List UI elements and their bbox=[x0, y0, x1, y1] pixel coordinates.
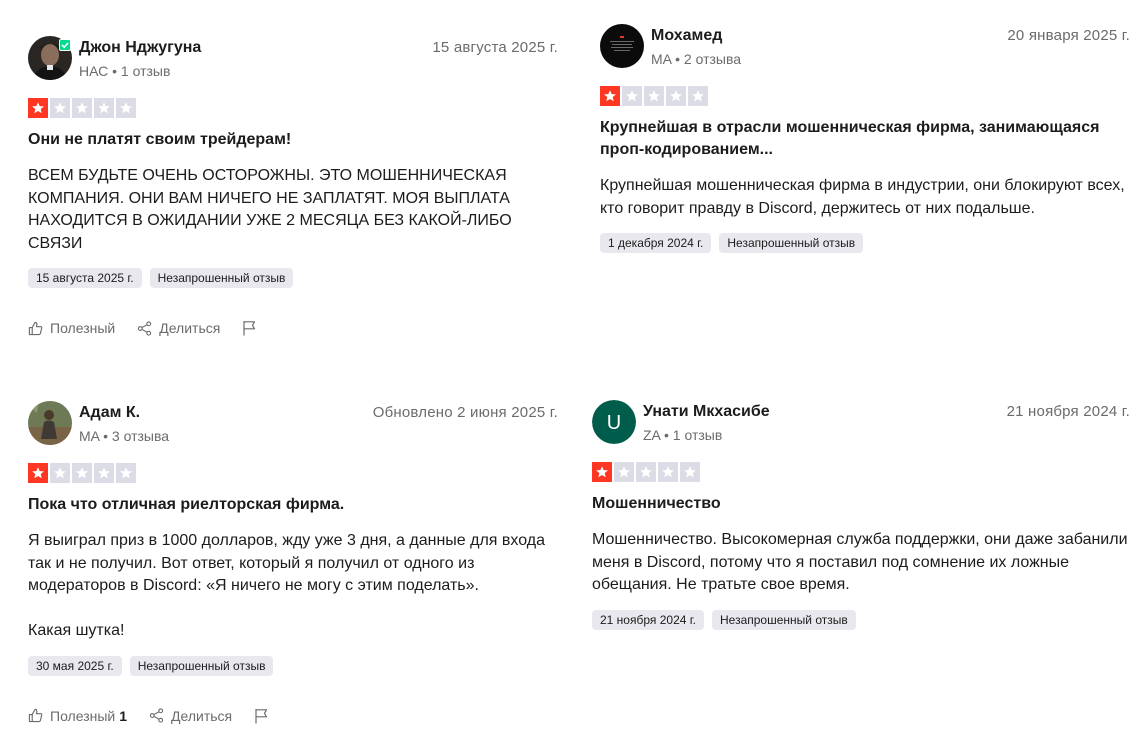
star-filled-icon bbox=[600, 86, 620, 106]
reviewer-meta: MA • 3 отзыва bbox=[79, 428, 170, 444]
review-tags: 21 ноября 2024 г. Незапрошенный отзыв bbox=[592, 609, 1130, 630]
reviewer-meta: НАС • 1 отзыв bbox=[79, 63, 171, 79]
review-title[interactable]: Они не платят своим трейдерам! bbox=[28, 129, 558, 151]
reviewer-name[interactable]: Джон Нджугуна bbox=[79, 39, 201, 57]
report-button[interactable] bbox=[254, 708, 269, 724]
review-date: 21 ноября 2024 г. bbox=[1006, 403, 1130, 420]
review-paragraph: Крупнейшая мошенническая фирма в индустр… bbox=[600, 177, 1125, 217]
review-header: Мохамед MA • 2 отзыва 20 января 2025 г. bbox=[600, 24, 1130, 70]
star-empty-icon bbox=[72, 463, 92, 483]
flag-icon bbox=[242, 320, 257, 336]
review-tags: 30 мая 2025 г. Незапрошенный отзыв bbox=[28, 655, 558, 676]
review-actions: Полезный 1 Делиться bbox=[28, 706, 558, 726]
review-header: Адам К. MA • 3 отзыва Обновлено 2 июня 2… bbox=[28, 401, 558, 447]
experience-date-chip: 15 августа 2025 г. bbox=[28, 268, 142, 288]
review-tags: 1 декабря 2024 г. Незапрошенный отзыв bbox=[600, 233, 1130, 253]
star-empty-icon bbox=[666, 86, 686, 106]
star-filled-icon bbox=[592, 462, 612, 482]
thumbs-up-icon bbox=[28, 321, 43, 336]
star-empty-icon bbox=[116, 98, 136, 118]
experience-date-chip: 30 мая 2025 г. bbox=[28, 655, 122, 676]
avatar-initial: U bbox=[607, 412, 621, 434]
report-button[interactable] bbox=[242, 320, 257, 336]
reviewer-name[interactable]: Мохамед bbox=[651, 27, 722, 45]
review-body: Мошенничество. Высокомерная служба подде… bbox=[592, 529, 1130, 597]
helpful-label: Полезный bbox=[50, 707, 116, 724]
review-card: Джон Нджугуна НАС • 1 отзыв 15 августа 2… bbox=[28, 36, 558, 338]
unprompted-review-chip: Незапрошенный отзыв bbox=[719, 233, 864, 253]
flag-icon bbox=[254, 708, 269, 724]
unprompted-review-chip: Незапрошенный отзыв bbox=[712, 609, 856, 630]
star-empty-icon bbox=[50, 98, 70, 118]
experience-date-chip: 1 декабря 2024 г. bbox=[600, 233, 712, 253]
share-button[interactable]: Делиться bbox=[137, 320, 220, 336]
review-date: Обновлено 2 июня 2025 г. bbox=[372, 404, 558, 421]
star-rating bbox=[28, 98, 558, 118]
share-icon bbox=[137, 320, 152, 336]
review-paragraph: ВСЕМ БУДЬТЕ ОЧЕНЬ ОСТОРОЖНЫ. ЭТО МОШЕННИ… bbox=[28, 167, 512, 252]
review-title[interactable]: Мошенничество bbox=[592, 493, 1130, 515]
helpful-count: 1 bbox=[119, 707, 128, 724]
helpful-button[interactable]: Полезный bbox=[28, 320, 115, 336]
review-header: U Унати Мкхасибе ZA • 1 отзыв 21 ноября … bbox=[592, 400, 1130, 446]
star-empty-icon bbox=[94, 463, 114, 483]
review-card: Мохамед MA • 2 отзыва 20 января 2025 г. … bbox=[600, 24, 1130, 253]
experience-date-chip: 21 ноября 2024 г. bbox=[592, 609, 704, 630]
helpful-button[interactable]: Полезный 1 bbox=[28, 708, 127, 724]
unprompted-review-chip: Незапрошенный отзыв bbox=[149, 268, 294, 288]
review-paragraph: Какая шутка! bbox=[28, 622, 125, 639]
review-date: 15 августа 2025 г. bbox=[432, 39, 558, 56]
review-date: 20 января 2025 г. bbox=[1007, 27, 1130, 44]
star-empty-icon bbox=[50, 463, 70, 483]
review-body: ВСЕМ БУДЬТЕ ОЧЕНЬ ОСТОРОЖНЫ. ЭТО МОШЕННИ… bbox=[28, 165, 558, 255]
star-empty-icon bbox=[72, 98, 92, 118]
review-header: Джон Нджугуна НАС • 1 отзыв 15 августа 2… bbox=[28, 36, 558, 82]
share-icon bbox=[149, 708, 164, 723]
share-button[interactable]: Делиться bbox=[149, 708, 232, 724]
reviewer-meta: ZA • 1 отзыв bbox=[643, 427, 723, 443]
star-empty-icon bbox=[680, 462, 700, 482]
review-paragraph: Мошенничество. Высокомерная служба подде… bbox=[592, 531, 1128, 593]
helpful-label: Полезный bbox=[50, 320, 116, 336]
star-filled-icon bbox=[28, 463, 48, 483]
star-empty-icon bbox=[658, 462, 678, 482]
thumbs-up-icon bbox=[28, 708, 43, 723]
review-tags: 15 августа 2025 г. Незапрошенный отзыв bbox=[28, 268, 558, 288]
star-rating bbox=[28, 463, 558, 483]
star-empty-icon bbox=[636, 462, 656, 482]
verified-badge-icon bbox=[59, 39, 71, 51]
reviewer-name[interactable]: Адам К. bbox=[79, 404, 140, 422]
review-title[interactable]: Крупнейшая в отрасли мошенническая фирма… bbox=[600, 117, 1130, 161]
initial-avatar-icon[interactable]: U bbox=[592, 400, 636, 444]
star-empty-icon bbox=[622, 86, 642, 106]
review-card: U Унати Мкхасибе ZA • 1 отзыв 21 ноября … bbox=[592, 400, 1130, 630]
star-empty-icon bbox=[688, 86, 708, 106]
share-label: Делиться bbox=[159, 320, 221, 336]
star-empty-icon bbox=[644, 86, 664, 106]
photo-avatar-icon[interactable] bbox=[28, 401, 72, 445]
review-title[interactable]: Пока что отличная риелторская фирма. bbox=[28, 494, 558, 516]
review-body: Крупнейшая мошенническая фирма в индустр… bbox=[600, 175, 1130, 220]
unprompted-review-chip: Незапрошенный отзыв bbox=[129, 655, 274, 676]
star-empty-icon bbox=[116, 463, 136, 483]
dark-avatar-icon[interactable] bbox=[600, 24, 644, 68]
review-paragraph: Я выиграл приз в 1000 долларов, жду уже … bbox=[28, 532, 546, 594]
star-filled-icon bbox=[28, 98, 48, 118]
star-empty-icon bbox=[94, 98, 114, 118]
review-card: Адам К. MA • 3 отзыва Обновлено 2 июня 2… bbox=[28, 401, 558, 726]
share-label: Делиться bbox=[171, 707, 233, 724]
reviewer-meta: MA • 2 отзыва bbox=[651, 51, 742, 67]
star-rating bbox=[592, 462, 1130, 482]
review-body: Я выиграл приз в 1000 долларов, жду уже … bbox=[28, 530, 558, 643]
reviewer-name[interactable]: Унати Мкхасибе bbox=[643, 403, 770, 421]
review-actions: Полезный Делиться bbox=[28, 318, 558, 338]
star-empty-icon bbox=[614, 462, 634, 482]
star-rating bbox=[600, 86, 1130, 106]
